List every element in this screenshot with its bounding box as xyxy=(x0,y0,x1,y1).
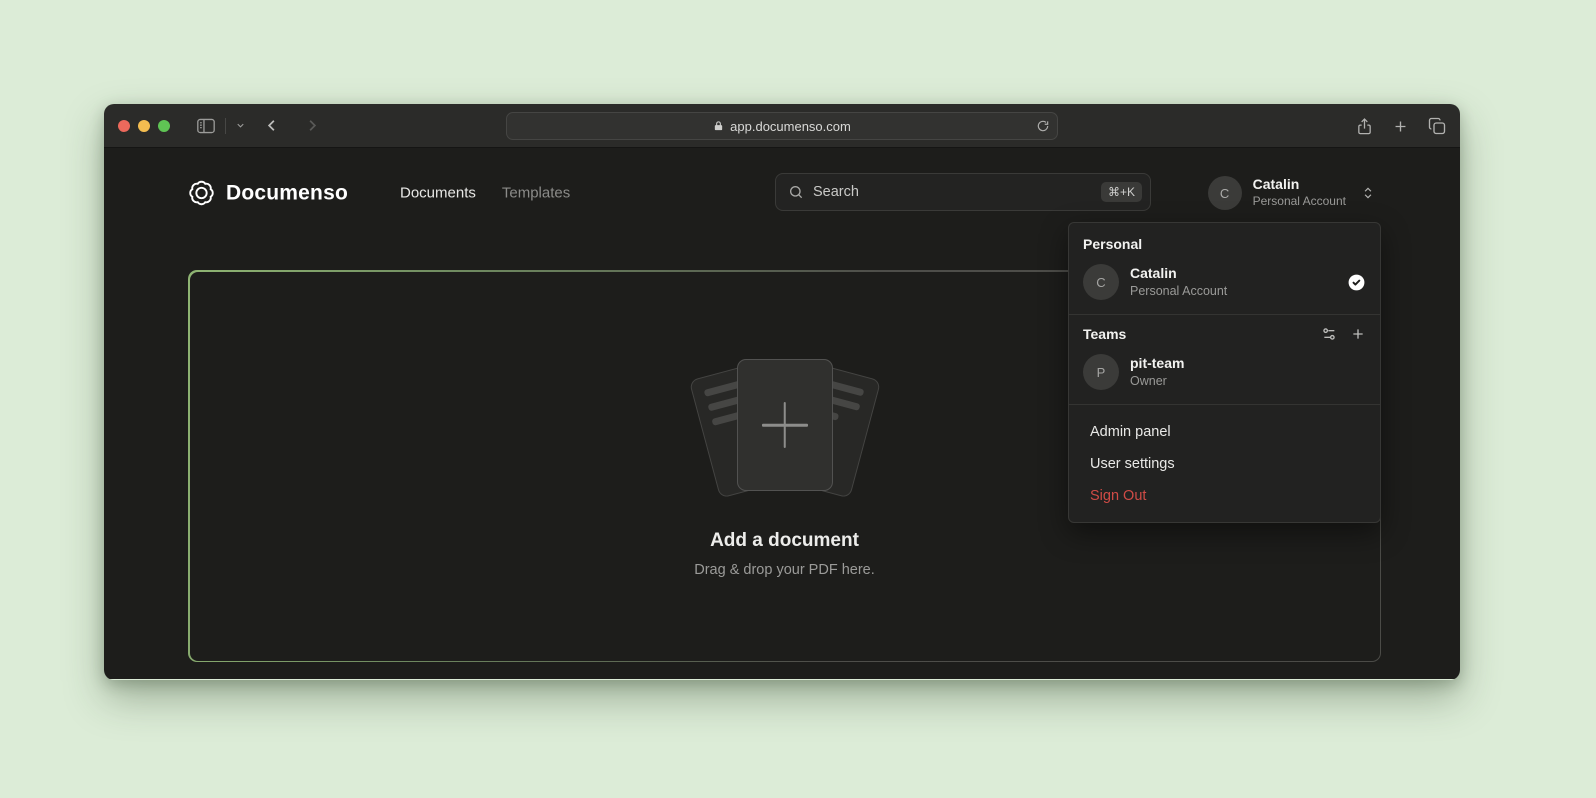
nav-documents[interactable]: Documents xyxy=(400,185,476,202)
browser-toolbar: app.documenso.com xyxy=(104,104,1460,148)
browser-window: app.documenso.com xyxy=(104,104,1460,680)
menu-divider xyxy=(1069,314,1380,315)
brand-name: Documenso xyxy=(226,181,348,205)
menu-item-user-settings[interactable]: User settings xyxy=(1079,448,1370,480)
account-type: Personal Account xyxy=(1253,194,1346,210)
traffic-lights xyxy=(118,120,170,132)
dropzone-subtitle: Drag & drop your PDF here. xyxy=(694,562,875,578)
desktop-background: app.documenso.com xyxy=(0,0,1596,798)
account-name: Catalin xyxy=(1253,176,1346,194)
chevrons-up-down-icon xyxy=(1361,186,1375,200)
sidebar-chevron-down-icon[interactable] xyxy=(235,120,246,131)
minimize-window-button[interactable] xyxy=(138,120,150,132)
teams-section-header: Teams xyxy=(1069,324,1380,349)
address-bar[interactable]: app.documenso.com xyxy=(506,112,1058,140)
app-content: Documenso Documents Templates ⌘+K C xyxy=(104,148,1460,679)
forward-button[interactable] xyxy=(303,116,322,135)
lock-icon xyxy=(713,120,724,132)
document-stack-icon xyxy=(670,354,900,504)
plus-icon xyxy=(762,402,808,448)
tab-overview-icon[interactable] xyxy=(1428,117,1446,135)
add-team-icon[interactable] xyxy=(1350,326,1366,342)
personal-section-label: Personal xyxy=(1069,233,1380,259)
menu-item-sign-out[interactable]: Sign Out xyxy=(1079,480,1370,512)
documenso-logo-icon xyxy=(188,180,215,207)
back-button[interactable] xyxy=(262,116,281,135)
selected-check-icon xyxy=(1347,273,1366,292)
sidebar-toggle-icon[interactable] xyxy=(196,117,216,135)
avatar: C xyxy=(1083,264,1119,300)
account-dropdown-menu: Personal C Catalin Personal Account Team… xyxy=(1068,222,1381,523)
url-text: app.documenso.com xyxy=(730,119,851,134)
share-icon[interactable] xyxy=(1356,117,1373,136)
team-item[interactable]: P pit-team Owner xyxy=(1069,349,1380,395)
account-menu-button[interactable]: C Catalin Personal Account xyxy=(1208,176,1375,210)
nav-templates[interactable]: Templates xyxy=(502,185,570,202)
avatar: P xyxy=(1083,354,1119,390)
close-window-button[interactable] xyxy=(118,120,130,132)
search-icon xyxy=(788,184,804,200)
personal-account-item[interactable]: C Catalin Personal Account xyxy=(1069,259,1380,305)
zoom-window-button[interactable] xyxy=(158,120,170,132)
new-tab-icon[interactable] xyxy=(1392,118,1409,135)
search-input[interactable] xyxy=(813,184,1092,200)
personal-account-subtitle: Personal Account xyxy=(1130,283,1227,300)
personal-account-name: Catalin xyxy=(1130,264,1227,282)
dropzone-title: Add a document xyxy=(710,530,859,552)
menu-item-admin-panel[interactable]: Admin panel xyxy=(1079,416,1370,448)
teams-section-label: Teams xyxy=(1083,326,1126,342)
team-role: Owner xyxy=(1130,373,1184,390)
main-nav: Documents Templates xyxy=(400,185,570,202)
manage-teams-icon[interactable] xyxy=(1321,326,1337,342)
search-box[interactable]: ⌘+K xyxy=(775,173,1151,211)
brand[interactable]: Documenso xyxy=(188,180,348,207)
menu-divider xyxy=(1069,404,1380,405)
search-shortcut-badge: ⌘+K xyxy=(1101,182,1142,202)
toolbar-divider xyxy=(225,118,226,134)
reload-icon[interactable] xyxy=(1036,119,1050,133)
avatar: C xyxy=(1208,176,1242,210)
team-name: pit-team xyxy=(1130,354,1184,372)
